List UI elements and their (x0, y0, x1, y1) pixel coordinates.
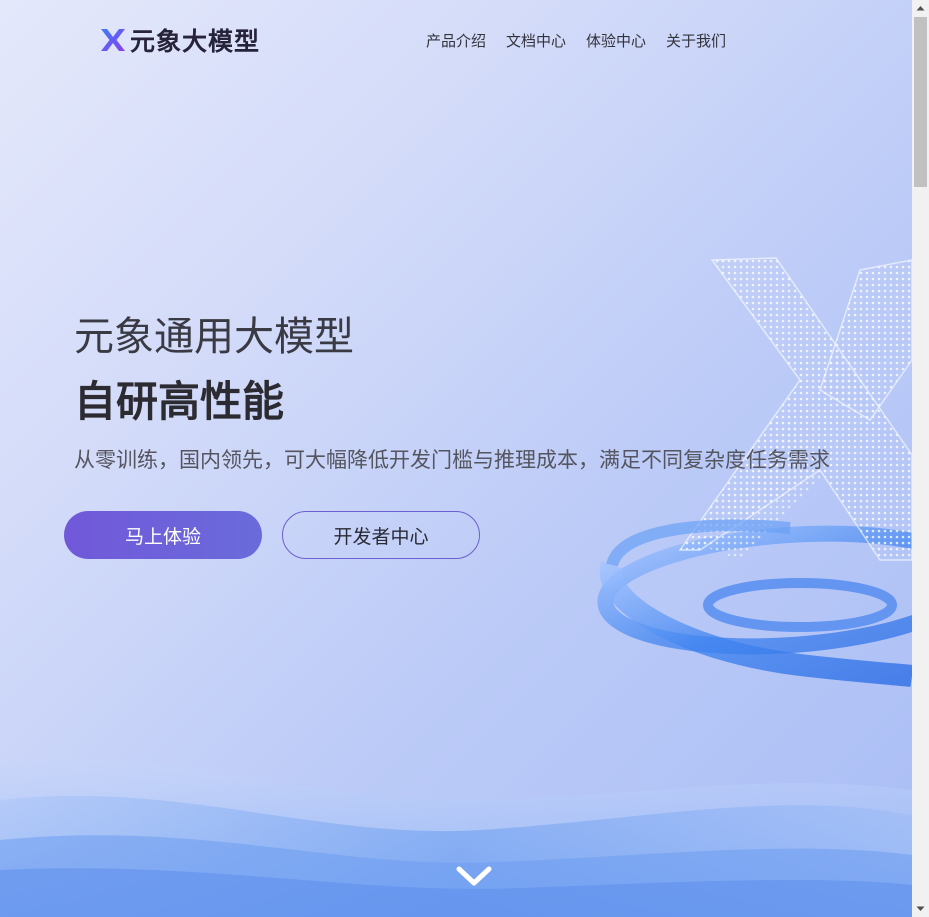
hero-title: 元象通用大模型 (74, 314, 354, 360)
developer-center-button[interactable]: 开发者中心 (282, 511, 480, 559)
scrollbar-thumb[interactable] (914, 17, 927, 187)
hero-description: 从零训练，国内领先，可大幅降低开发门槛与推理成本，满足不同复杂度任务需求 (74, 448, 830, 472)
logo[interactable]: 元象大模型 (100, 24, 260, 56)
nav-item-products[interactable]: 产品介绍 (426, 30, 486, 51)
scrollbar[interactable] (912, 0, 929, 917)
main-nav: 产品介绍 文档中心 体验中心 关于我们 (426, 30, 726, 51)
try-now-button[interactable]: 马上体验 (64, 511, 262, 559)
viewport: 元象大模型 产品介绍 文档中心 体验中心 关于我们 元象通用大模型 自研高性能 … (0, 0, 912, 917)
chevron-down-icon[interactable] (455, 864, 493, 888)
nav-item-experience[interactable]: 体验中心 (586, 30, 646, 51)
x-3d-art (678, 257, 912, 561)
nav-item-docs[interactable]: 文档中心 (506, 30, 566, 51)
logo-text: 元象大模型 (130, 27, 261, 56)
scroll-up-arrow-icon[interactable] (912, 0, 929, 17)
scroll-down-arrow-icon[interactable] (912, 900, 929, 917)
hero-subtitle: 自研高性能 (74, 377, 285, 426)
x-logo-icon (101, 29, 125, 51)
nav-item-about[interactable]: 关于我们 (666, 30, 726, 51)
page: 元象大模型 产品介绍 文档中心 体验中心 关于我们 元象通用大模型 自研高性能 … (0, 0, 929, 917)
